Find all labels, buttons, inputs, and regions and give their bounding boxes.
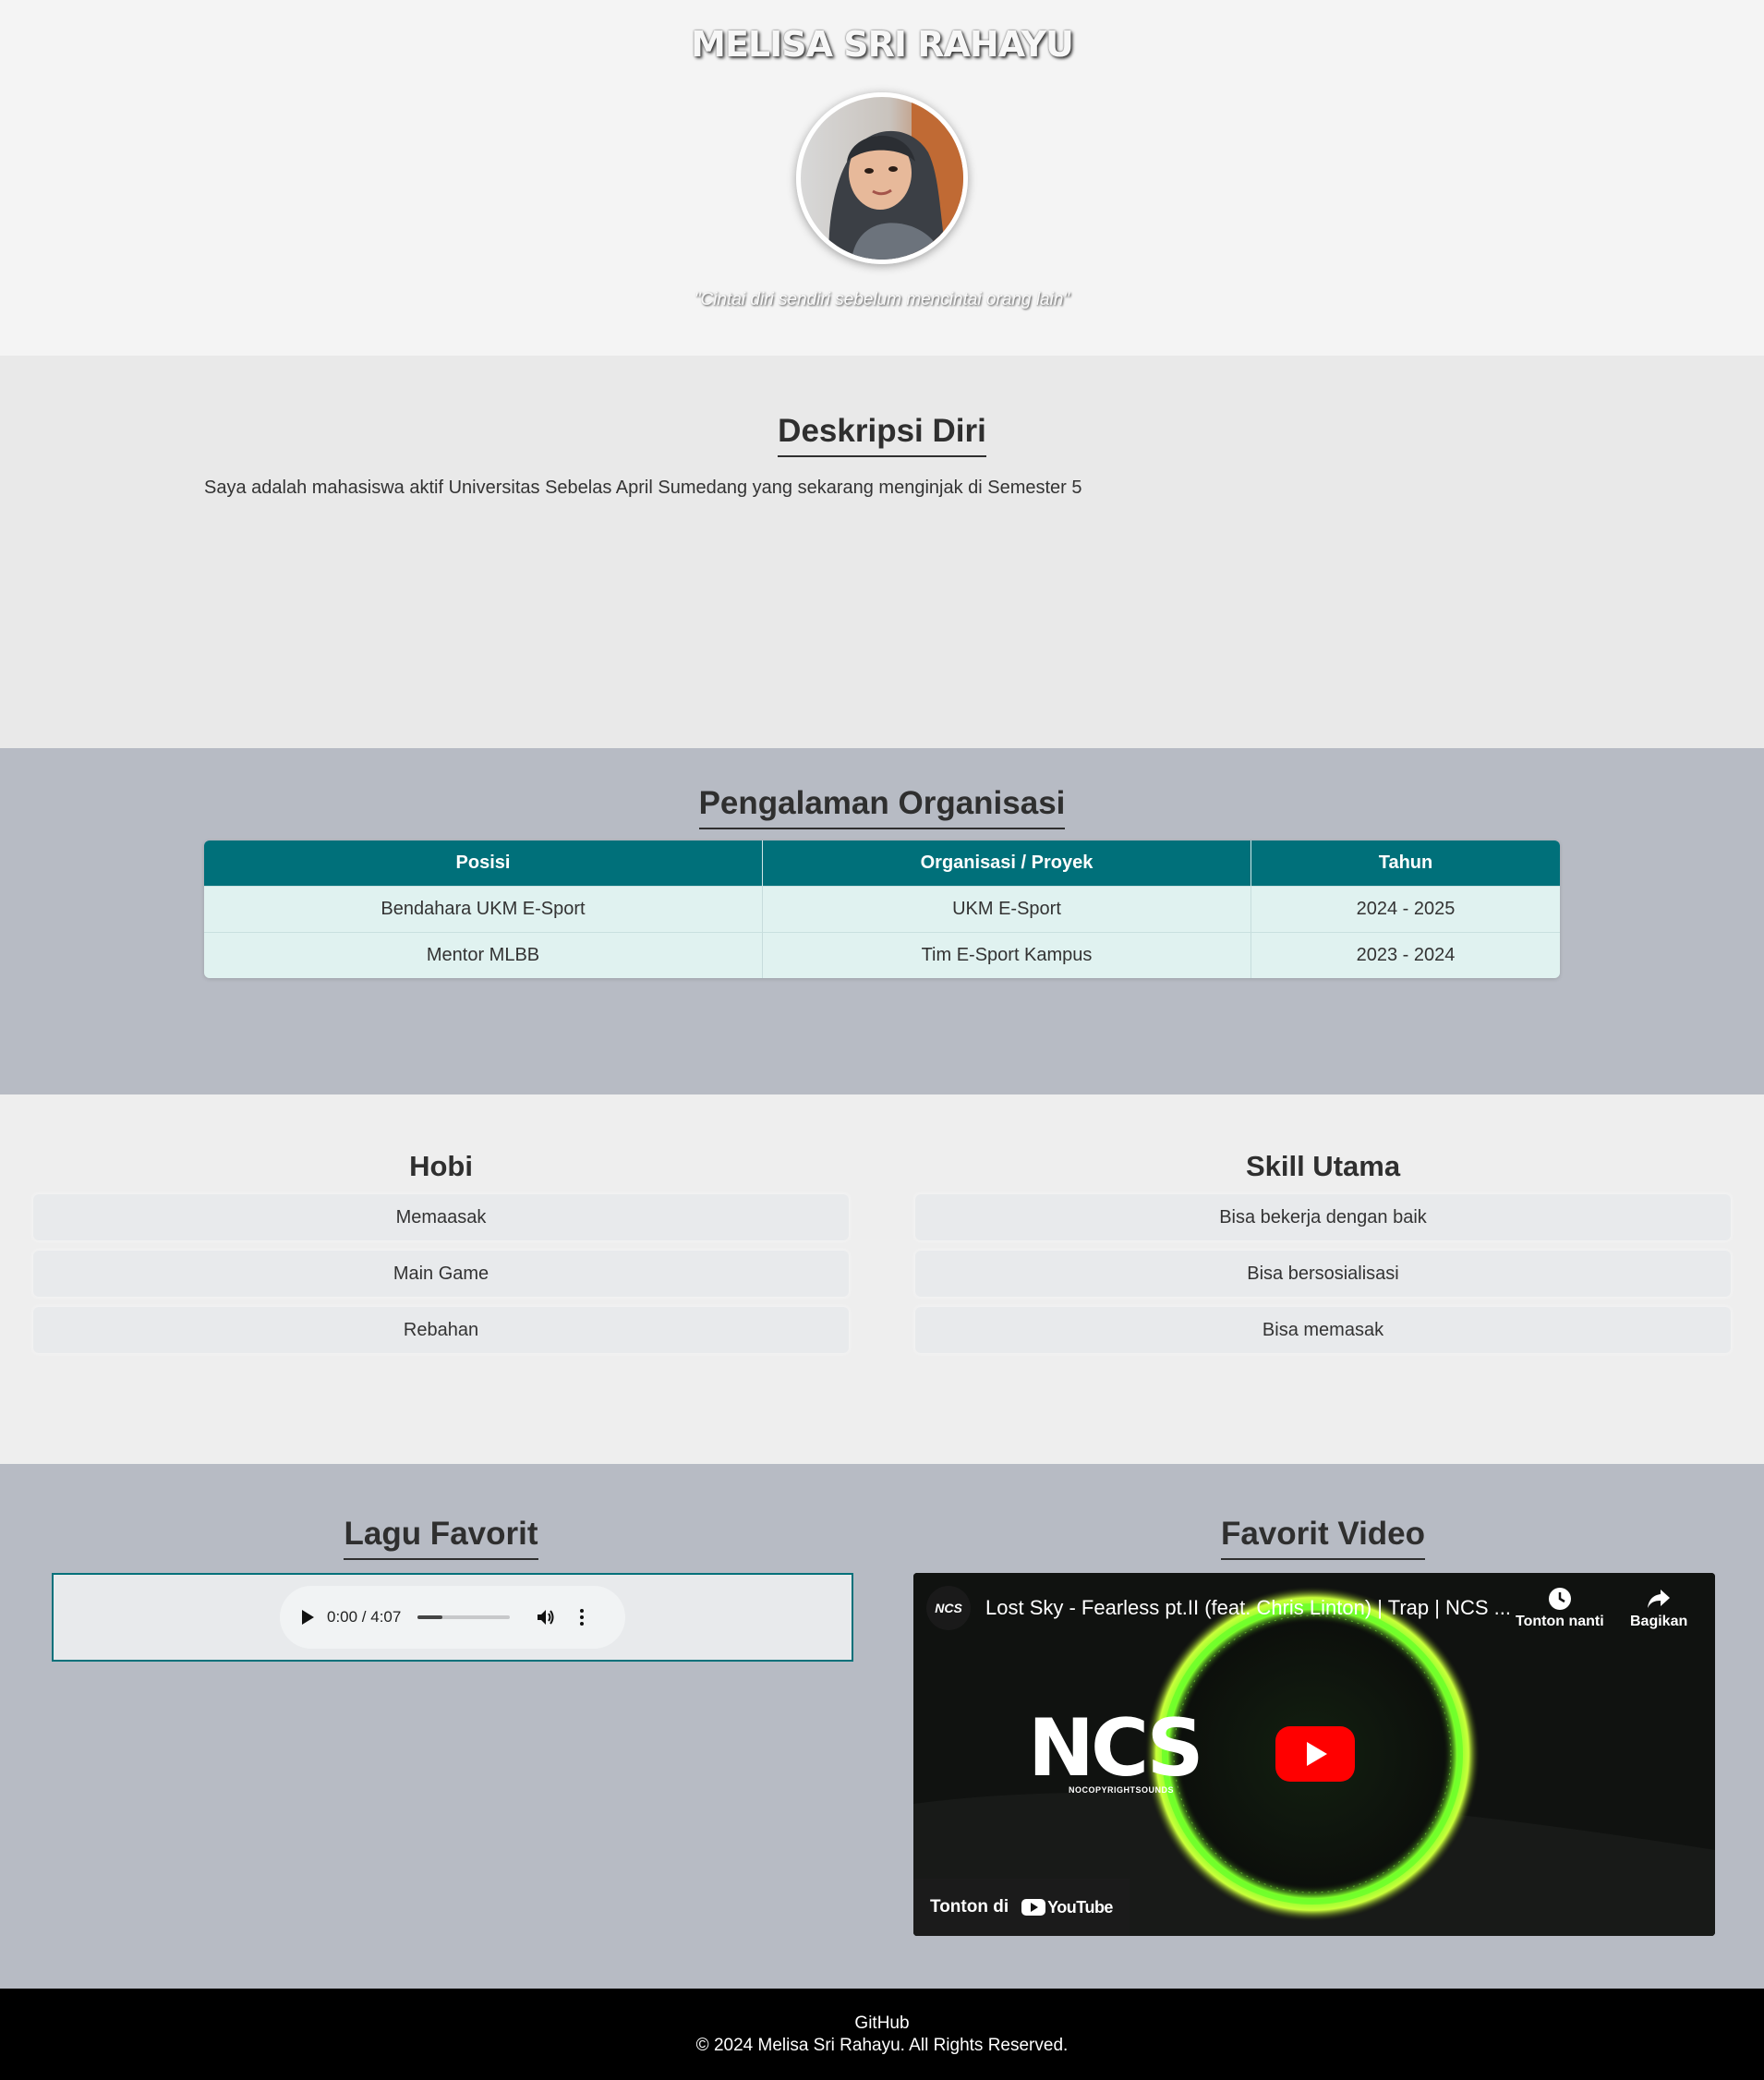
share-button[interactable]: Bagikan (1630, 1586, 1687, 1630)
volume-icon[interactable] (536, 1608, 556, 1627)
profile-header: MELISA SRI RAHAYU "Cintai diri sendiri s… (0, 0, 1764, 356)
youtube-embed[interactable]: NCS NOCOPYRIGHTSOUNDS NCS Lost Sky - Fea… (913, 1573, 1715, 1936)
cell-organisasi: Tim E-Sport Kampus (763, 932, 1251, 978)
youtube-play-icon (1021, 1899, 1046, 1916)
play-button[interactable] (1275, 1726, 1355, 1782)
pengalaman-section: Pengalaman Organisasi Posisi Organisasi … (0, 748, 1764, 1094)
list-item: Rebahan (33, 1307, 849, 1353)
video-title[interactable]: Lost Sky - Fearless pt.II (feat. Chris L… (985, 1596, 1511, 1620)
organisasi-table: Posisi Organisasi / Proyek Tahun Bendaha… (204, 840, 1560, 978)
github-link[interactable]: GitHub (854, 2013, 909, 2033)
list-item: Bisa bekerja dengan baik (915, 1194, 1731, 1240)
hobi-skill-section: Hobi Memaasak Main Game Rebahan Skill Ut… (0, 1094, 1764, 1464)
cell-posisi: Bendahara UKM E-Sport (204, 886, 763, 932)
cell-organisasi: UKM E-Sport (763, 886, 1251, 932)
clock-icon (1548, 1588, 1571, 1610)
cell-tahun: 2023 - 2024 (1251, 932, 1560, 978)
watch-later-button[interactable]: Tonton nanti (1516, 1586, 1604, 1630)
copyright-text: © 2024 Melisa Sri Rahayu. All Rights Res… (695, 2036, 1069, 2055)
ncs-logo-text: NCS (1028, 1702, 1204, 1795)
column-header-posisi: Posisi (204, 840, 763, 886)
cell-tahun: 2024 - 2025 (1251, 886, 1560, 932)
audio-container: 0:00 / 4:07 (52, 1573, 853, 1662)
table-row: Bendahara UKM E-Sport UKM E-Sport 2024 -… (204, 886, 1560, 932)
avatar-photo (801, 97, 963, 260)
list-item: Bisa memasak (915, 1307, 1731, 1353)
video-heading: Favorit Video (1220, 1516, 1426, 1560)
more-options-icon[interactable] (580, 1609, 585, 1626)
favorit-section: Lagu Favorit 0:00 / 4:07 Favorit Video N… (0, 1464, 1764, 1989)
skill-heading: Skill Utama (1245, 1150, 1401, 1182)
ncs-logo: NCS NOCOPYRIGHTSOUNDS (1028, 1702, 1204, 1795)
pengalaman-heading: Pengalaman Organisasi (698, 785, 1066, 829)
quote: "Cintai diri sendiri sebelum mencintai o… (694, 290, 1070, 309)
youtube-label: YouTube (1047, 1897, 1113, 1917)
audio-time: 0:00 / 4:07 (327, 1608, 402, 1626)
lagu-heading: Lagu Favorit (344, 1516, 538, 1560)
column-header-organisasi: Organisasi / Proyek (763, 840, 1251, 886)
youtube-logo: YouTube (1021, 1898, 1113, 1917)
audio-progress-fill (417, 1615, 443, 1619)
video-column: Favorit Video NCS NOCOPYRIGHTSOUNDS NCS … (882, 1516, 1764, 1989)
cell-posisi: Mentor MLBB (204, 932, 763, 978)
hobi-heading: Hobi (409, 1150, 473, 1182)
deskripsi-text: Saya adalah mahasiswa aktif Universitas … (204, 478, 1082, 498)
watch-on-youtube-button[interactable]: Tonton di YouTube (913, 1879, 1130, 1936)
deskripsi-section: Deskripsi Diri Saya adalah mahasiswa akt… (0, 356, 1764, 748)
table-header-row: Posisi Organisasi / Proyek Tahun (204, 840, 1560, 886)
list-item: Main Game (33, 1251, 849, 1297)
audio-player: 0:00 / 4:07 (280, 1586, 625, 1649)
table-row: Mentor MLBB Tim E-Sport Kampus 2023 - 20… (204, 932, 1560, 978)
skill-column: Skill Utama Bisa bekerja dengan baik Bis… (882, 1150, 1764, 1464)
play-icon (1307, 1742, 1327, 1766)
hobi-column: Hobi Memaasak Main Game Rebahan (0, 1150, 882, 1464)
deskripsi-heading: Deskripsi Diri (778, 413, 986, 457)
share-label: Bagikan (1630, 1614, 1688, 1629)
avatar (796, 92, 968, 264)
site-title: MELISA SRI RAHAYU (691, 24, 1074, 65)
watch-later-label: Tonton nanti (1516, 1614, 1604, 1629)
video-title-bar: NCS Lost Sky - Fearless pt.II (feat. Chr… (926, 1586, 1511, 1630)
watch-on-label: Tonton di (930, 1897, 1009, 1917)
share-icon (1648, 1590, 1671, 1608)
lagu-column: Lagu Favorit 0:00 / 4:07 (0, 1516, 882, 1989)
channel-logo[interactable]: NCS (926, 1586, 971, 1630)
list-item: Memaasak (33, 1194, 849, 1240)
column-header-tahun: Tahun (1251, 840, 1560, 886)
play-icon[interactable] (302, 1610, 314, 1625)
audio-progress-slider[interactable] (417, 1615, 511, 1619)
list-item: Bisa bersosialisasi (915, 1251, 1731, 1297)
footer: GitHub © 2024 Melisa Sri Rahayu. All Rig… (0, 1989, 1764, 2080)
